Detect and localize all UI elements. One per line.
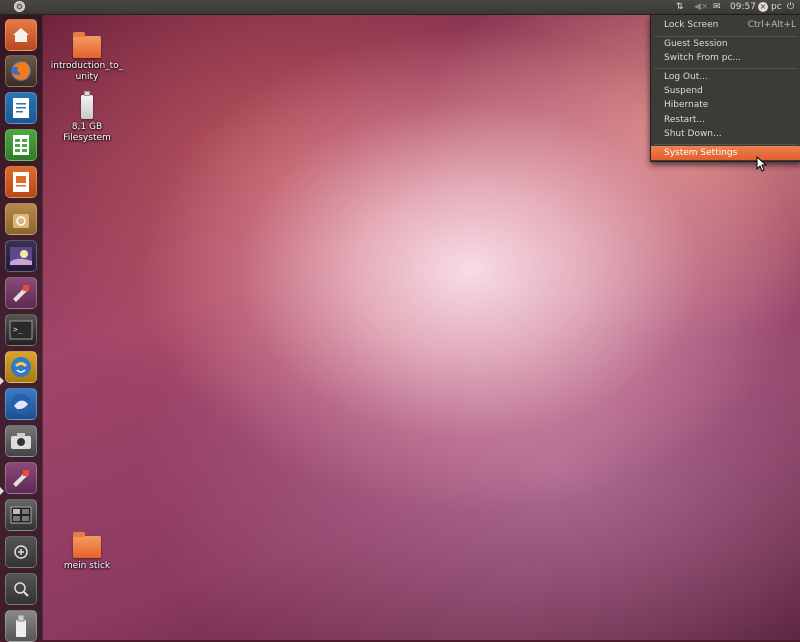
system-settings-running-icon[interactable] bbox=[5, 462, 37, 494]
desktop-icon-label: mein stick bbox=[63, 561, 111, 571]
desktop-icon-mein-stick[interactable]: mein stick bbox=[47, 532, 127, 572]
libreoffice-impress-icon[interactable] bbox=[5, 166, 37, 198]
menu-item-label: Guest Session bbox=[664, 39, 728, 49]
folder-icon bbox=[73, 32, 101, 58]
running-indicator bbox=[0, 377, 4, 385]
menu-item-label: Restart... bbox=[664, 115, 705, 125]
menu-item-accelerator: Ctrl+Alt+L bbox=[747, 20, 796, 30]
menu-item-label: System Settings bbox=[664, 148, 738, 158]
menu-item-hibernate[interactable]: Hibernate bbox=[651, 98, 800, 112]
user-offline-icon[interactable]: × bbox=[758, 2, 768, 12]
desktop-icon-filesystem[interactable]: 8,1 GB Filesystem bbox=[47, 91, 127, 144]
launcher: >_ bbox=[0, 15, 43, 642]
libreoffice-writer-icon[interactable] bbox=[5, 92, 37, 124]
firefox-icon[interactable] bbox=[5, 55, 37, 87]
menu-item-switch-from-pc[interactable]: Switch From pc... bbox=[651, 51, 800, 65]
clock[interactable]: 09:57 bbox=[730, 1, 756, 13]
top-panel: ⇅ ◀× ✉ 09:57 × pc ⏻ bbox=[0, 0, 800, 15]
usb-drive-launcher-icon[interactable] bbox=[5, 610, 37, 642]
libreoffice-calc-icon[interactable] bbox=[5, 129, 37, 161]
power-icon[interactable]: ⏻ bbox=[787, 1, 794, 13]
user-name[interactable]: pc bbox=[771, 1, 782, 13]
sound-muted-icon[interactable]: ◀× bbox=[694, 1, 708, 13]
menu-item-suspend[interactable]: Suspend bbox=[651, 84, 800, 98]
menu-item-label: Suspend bbox=[664, 86, 703, 96]
thunderbird-icon[interactable] bbox=[5, 388, 37, 420]
files-lens-icon[interactable] bbox=[5, 573, 37, 605]
terminal-icon[interactable]: >_ bbox=[5, 314, 37, 346]
session-menu: Lock Screen Ctrl+Alt+L Guest Session Swi… bbox=[650, 15, 800, 162]
menu-item-label: Log Out... bbox=[664, 72, 708, 82]
running-indicator bbox=[0, 487, 4, 495]
folder-icon bbox=[73, 532, 101, 558]
mail-icon[interactable]: ✉ bbox=[713, 1, 721, 13]
menu-item-log-out[interactable]: Log Out... bbox=[651, 70, 800, 84]
menu-item-label: Switch From pc... bbox=[664, 53, 742, 63]
usb-drive-icon bbox=[81, 91, 93, 119]
update-manager-icon[interactable] bbox=[5, 351, 37, 383]
mouse-cursor-icon bbox=[756, 156, 768, 172]
menu-item-label: Hibernate bbox=[664, 100, 709, 110]
network-icon[interactable]: ⇅ bbox=[676, 1, 684, 13]
workspaces-icon[interactable] bbox=[5, 499, 37, 531]
menu-item-label: Lock Screen bbox=[664, 20, 719, 30]
camera-icon[interactable] bbox=[5, 425, 37, 457]
desktop-icon-introduction-to-unity[interactable]: introduction_to_ unity bbox=[47, 32, 127, 83]
system-settings-icon[interactable] bbox=[5, 277, 37, 309]
menu-item-system-settings[interactable]: System Settings bbox=[651, 146, 800, 160]
shotwell-icon[interactable] bbox=[5, 240, 37, 272]
svg-text:>_: >_ bbox=[13, 325, 23, 334]
ubuntu-logo-icon[interactable] bbox=[14, 1, 25, 12]
ubuntu-software-center-icon[interactable] bbox=[5, 203, 37, 235]
desktop-icon-label: introduction_to_ unity bbox=[50, 61, 124, 82]
menu-item-lock-screen[interactable]: Lock Screen Ctrl+Alt+L bbox=[651, 18, 800, 32]
menu-separator bbox=[654, 144, 798, 145]
home-folder-icon[interactable] bbox=[5, 19, 37, 51]
menu-item-guest-session[interactable]: Guest Session bbox=[651, 37, 800, 51]
menu-item-label: Shut Down... bbox=[664, 129, 722, 139]
menu-item-restart[interactable]: Restart... bbox=[651, 113, 800, 127]
menu-separator bbox=[654, 68, 798, 69]
menu-item-shut-down[interactable]: Shut Down... bbox=[651, 127, 800, 141]
desktop-icon-label: 8,1 GB Filesystem bbox=[63, 122, 111, 143]
applications-lens-icon[interactable] bbox=[5, 536, 37, 568]
